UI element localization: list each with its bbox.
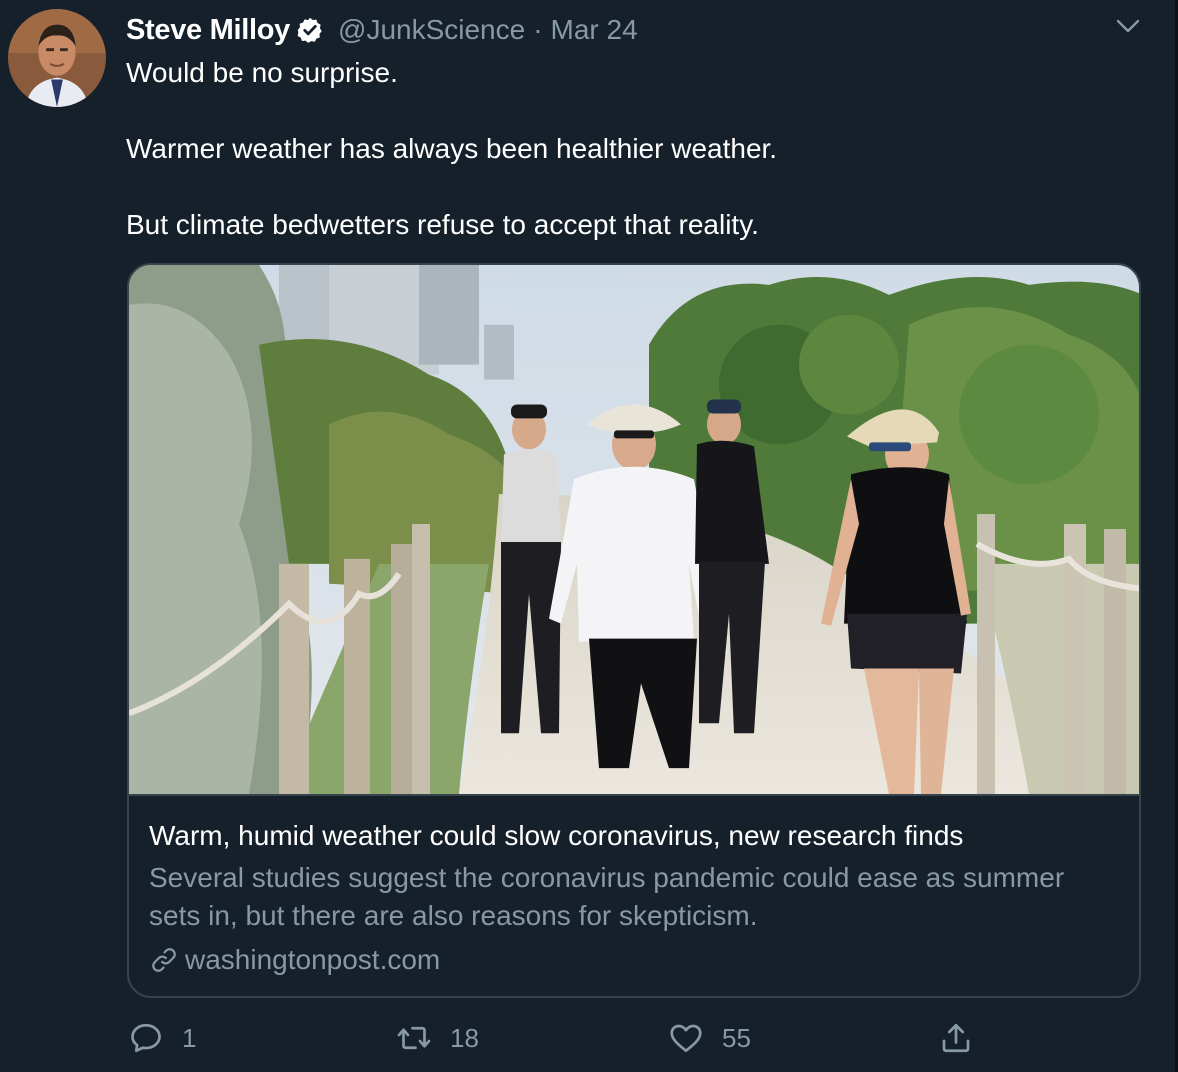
tweet-paragraph: Warmer weather has always been healthier… [126,133,778,164]
tweet-text: Would be no surprise. Warmer weather has… [126,54,1136,244]
tweet-header: Steve Milloy @JunkScience · Mar 24 [126,10,638,50]
like-button[interactable]: 55 [668,1020,751,1056]
link-icon [149,945,179,975]
retweet-count: 18 [450,1022,479,1053]
link-preview-card[interactable]: Warm, humid weather could slow coronavir… [127,263,1141,998]
share-icon [938,1020,974,1056]
tweet-paragraph: Would be no surprise. [126,57,398,88]
author-name[interactable]: Steve Milloy [126,14,290,47]
card-title[interactable]: Warm, humid weather could slow coronavir… [149,817,1119,855]
retweet-icon [396,1020,432,1056]
reply-button[interactable]: 1 [128,1020,196,1056]
reply-count: 1 [182,1022,197,1053]
verified-badge-icon [296,16,324,44]
reply-icon [128,1020,164,1056]
header-separator: · [533,14,543,45]
card-description: Several studies suggest the coronavirus … [149,862,1065,931]
chevron-down-icon[interactable] [1113,12,1143,40]
card-image[interactable] [129,265,1139,796]
like-count: 55 [722,1022,751,1053]
tweet-date[interactable]: Mar 24 [551,14,638,46]
author-handle[interactable]: @JunkScience [338,14,525,46]
card-body: Warm, humid weather could slow coronavir… [149,817,1119,979]
retweet-button[interactable]: 18 [396,1020,479,1056]
tweet-actions: 1 18 55 [0,1020,1178,1064]
heart-icon [668,1020,704,1056]
tweet-paragraph: But climate bedwetters refuse to accept … [126,209,759,240]
card-domain: washingtonpost.com [149,941,1119,979]
card-domain-text: washingtonpost.com [185,944,441,975]
avatar[interactable] [8,9,106,107]
share-button[interactable] [938,1020,974,1056]
